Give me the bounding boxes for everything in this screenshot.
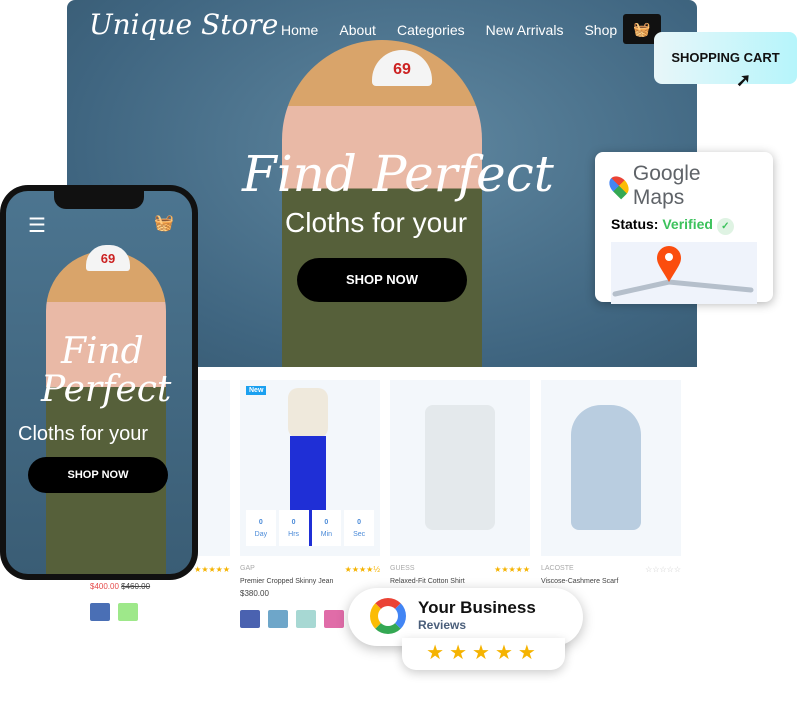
swatch[interactable] xyxy=(296,610,316,628)
basket-icon[interactable]: 🧺 xyxy=(154,213,174,233)
nav-about[interactable]: About xyxy=(339,22,376,38)
phone-mockup: ☰ 🧺 69 Find Perfect Cloths for your SHOP… xyxy=(0,185,198,580)
scarf-image xyxy=(571,405,641,530)
phone-headline-2: Perfect xyxy=(41,369,172,410)
hero-headline: Find Perfect xyxy=(242,145,554,203)
shirt-image xyxy=(425,405,495,530)
map-preview xyxy=(611,242,757,304)
status-label: Status: xyxy=(611,216,659,232)
cursor-click-icon: ➚ xyxy=(736,70,752,90)
product-card-shirt[interactable] xyxy=(390,380,530,556)
review-stars: ★★★★★ xyxy=(402,638,565,670)
shop-now-button[interactable]: SHOP NOW xyxy=(297,258,467,302)
swatch[interactable] xyxy=(324,610,344,628)
google-logo-icon xyxy=(370,598,406,634)
hero-subheadline: Cloths for your xyxy=(285,207,468,238)
model-photo xyxy=(282,40,482,367)
product-card-scarf[interactable] xyxy=(541,380,681,556)
maps-title: Google Maps xyxy=(632,162,701,209)
product-card-jean[interactable]: New 0 Day 0 Hrs 0 Min 0 Sec xyxy=(240,380,380,556)
swatch[interactable] xyxy=(240,610,260,628)
phone-notch xyxy=(54,191,144,209)
phone-subheadline: Cloths for your xyxy=(18,423,149,445)
check-icon: ✓ xyxy=(716,218,734,235)
nav-home[interactable]: Home xyxy=(281,22,318,38)
rating-stars: ☆☆☆☆☆ xyxy=(645,565,681,574)
reviews-subtitle: Reviews xyxy=(418,618,467,632)
phone-headline-1: Find xyxy=(61,331,144,372)
google-maps-pin-icon xyxy=(605,172,633,200)
model-photo xyxy=(46,251,166,574)
menu-icon[interactable]: ☰ xyxy=(28,213,46,238)
map-pin-icon xyxy=(612,246,754,297)
reviews-title: Your Business xyxy=(418,598,536,617)
product-info-shirt: GUESS ★★★★★ Relaxed-Fit Cotton Shirt xyxy=(390,565,530,585)
nav-shop[interactable]: Shop xyxy=(584,22,617,38)
main-nav: Home About Categories New Arrivals Shop xyxy=(281,22,617,38)
phone-shop-now-button[interactable]: SHOP NOW xyxy=(28,457,168,493)
google-maps-card: Google Maps Status: Verified ✓ xyxy=(595,152,773,304)
swatch[interactable] xyxy=(268,610,288,628)
rating-stars: ★★★★½ xyxy=(344,565,380,574)
swatch[interactable] xyxy=(118,603,138,621)
status-value: Verified xyxy=(662,216,713,232)
top-image xyxy=(288,388,328,438)
store-logo[interactable]: Unique Store xyxy=(89,8,278,41)
countdown-timer: 0 Day 0 Hrs 0 Min 0 Sec xyxy=(246,510,374,546)
product-info-scarf: LACOSTE ☆☆☆☆☆ Viscose-Cashmere Scarf xyxy=(541,565,681,585)
cap-logo: 69 xyxy=(86,245,130,271)
shopping-cart-label: SHOPPING CART xyxy=(671,50,780,65)
rating-stars: ★★★★★ xyxy=(494,565,530,574)
new-badge: New xyxy=(246,386,267,395)
swatch[interactable] xyxy=(90,603,110,621)
shopping-cart-callout[interactable]: SHOPPING CART ➚ xyxy=(654,32,797,90)
nav-categories[interactable]: Categories xyxy=(397,22,465,38)
nav-new-arrivals[interactable]: New Arrivals xyxy=(486,22,564,38)
rating-stars: ★★★★★ xyxy=(194,565,230,574)
